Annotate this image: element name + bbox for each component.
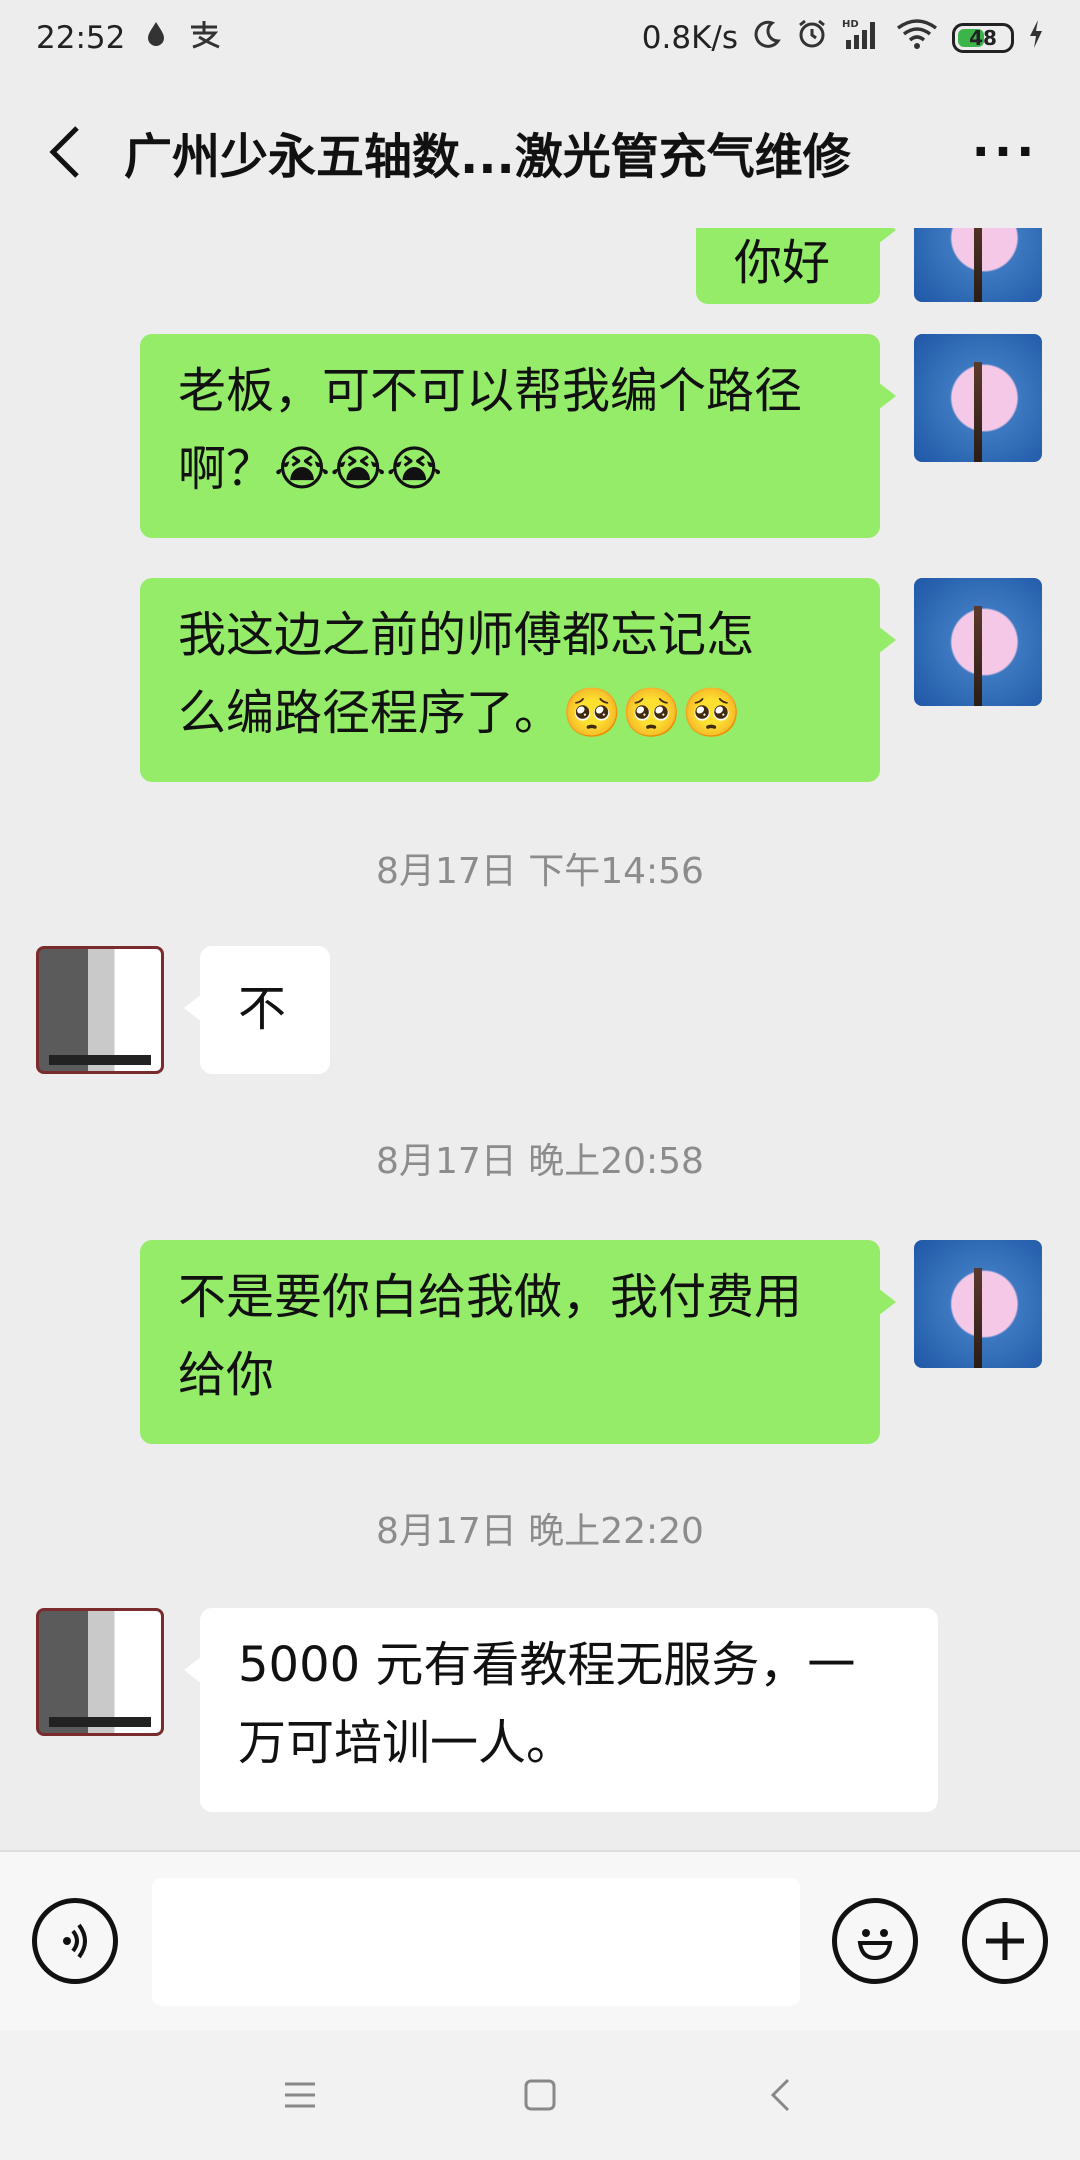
emoji-button[interactable] — [832, 1898, 918, 1984]
home-nav-button[interactable] — [510, 2065, 570, 2125]
chevron-left-icon — [49, 126, 79, 178]
more-button[interactable]: ··· — [960, 124, 1050, 180]
message-text-line2: 给你 — [178, 1347, 275, 1403]
alarm-icon — [796, 18, 828, 58]
timestamp: 8月17日 晚上20:58 — [376, 1141, 704, 1182]
message-text: 我这边之前的师傅都忘记怎 — [178, 607, 755, 663]
voice-icon — [63, 1923, 87, 1959]
plus-icon — [986, 1922, 1024, 1960]
message-bubble-received[interactable]: 5000 元有看教程无服务，一 万可培训一人。 — [184, 1608, 938, 1812]
message-bubble-sent[interactable]: 我这边之前的师傅都忘记怎 么编路径程序了。🥺🥺🥺 — [140, 578, 896, 782]
avatar[interactable] — [914, 228, 1042, 302]
net-speed: 0.8K/s — [641, 20, 738, 56]
voice-button[interactable] — [32, 1898, 118, 1984]
message-text: 5000 元有看教程无服务，一 — [238, 1637, 856, 1693]
battery-icon: 48 — [952, 23, 1014, 53]
message-bubble-received[interactable]: 不 — [184, 946, 330, 1074]
drop-icon — [145, 20, 167, 56]
message-input[interactable] — [152, 1878, 800, 2006]
message-text-line2: 万可培训一人。 — [238, 1715, 575, 1771]
message-text-line2: 啊？😭😭😭 — [178, 430, 842, 508]
system-nav-bar — [0, 2030, 1080, 2160]
avatar[interactable] — [914, 578, 1042, 706]
back-nav-button[interactable] — [750, 2065, 810, 2125]
message-text-line2: 么编路径程序了。🥺🥺🥺 — [178, 674, 842, 752]
chat-list[interactable]: 你好 老板，可不可以帮我编个路径 啊？😭😭😭 我这边之前的师傅都忘记怎 么编路径… — [0, 228, 1080, 1850]
smile-icon — [857, 1929, 893, 1961]
menu-nav-button[interactable] — [270, 2065, 330, 2125]
message-bubble-sent[interactable]: 不是要你白给我做，我付费用 给你 — [140, 1240, 896, 1444]
menu-icon — [285, 2082, 315, 2108]
avatar[interactable] — [36, 946, 164, 1074]
message-bubble-sent[interactable]: 老板，可不可以帮我编个路径 啊？😭😭😭 — [140, 334, 896, 538]
status-time: 22:52 — [36, 20, 126, 56]
avatar[interactable] — [36, 1608, 164, 1736]
avatar[interactable] — [914, 334, 1042, 462]
message-text: 不是要你白给我做，我付费用 — [178, 1269, 803, 1325]
message-bubble-sent[interactable]: 你好 — [696, 228, 896, 304]
signal-icon: HD — [842, 18, 882, 58]
back-button[interactable] — [30, 117, 100, 187]
input-bar — [0, 1850, 1080, 2030]
message-text: 不 — [238, 981, 287, 1037]
chat-title: 广州少永五轴数...激光管充气维修 — [124, 129, 851, 185]
message-text: 你好 — [734, 235, 831, 291]
moon-icon — [752, 19, 782, 57]
svg-text:HD: HD — [842, 19, 859, 30]
chat-header: 广州少永五轴数...激光管充气维修 ··· — [0, 76, 1080, 228]
timestamp: 8月17日 晚上22:20 — [376, 1511, 704, 1552]
alipay-icon — [187, 19, 221, 57]
home-square-icon — [524, 2079, 556, 2111]
chevron-left-icon — [770, 2078, 790, 2112]
avatar[interactable] — [914, 1240, 1042, 1368]
battery-level: 48 — [969, 26, 997, 50]
message-text: 老板，可不可以帮我编个路径 — [178, 363, 803, 419]
charging-icon — [1028, 19, 1044, 57]
timestamp: 8月17日 下午14:56 — [376, 851, 704, 892]
status-bar: 22:52 0.8K/s HD 48 — [0, 0, 1080, 76]
plus-button[interactable] — [962, 1898, 1048, 1984]
pleading-emoji: 🥺🥺🥺 — [562, 685, 742, 741]
wifi-icon — [896, 18, 938, 58]
crying-emoji: 😭😭😭 — [274, 441, 443, 497]
